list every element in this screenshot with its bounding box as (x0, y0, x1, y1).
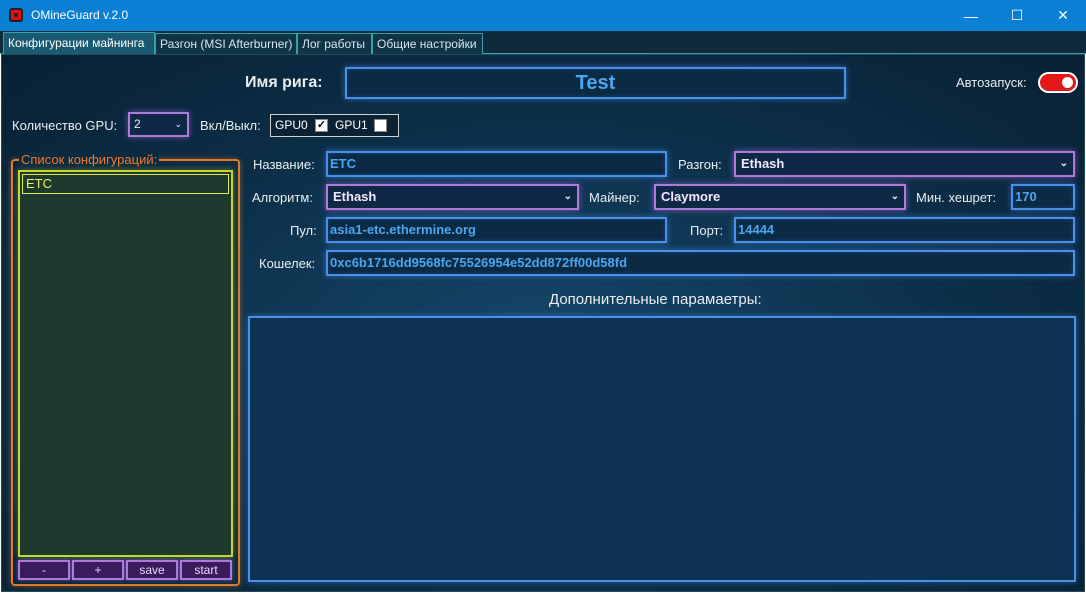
tab-log[interactable]: Лог работы (297, 33, 372, 54)
min-hashrate-label: Мин. хешрет: (916, 190, 997, 205)
chevron-down-icon: ⌄ (1059, 158, 1068, 169)
pool-input[interactable]: asia1-etc.ethermine.org (326, 217, 667, 243)
autostart-toggle[interactable] (1038, 72, 1078, 93)
start-button[interactable]: start (180, 560, 232, 580)
rig-name-input[interactable]: Test (345, 67, 846, 99)
rig-name-label: Имя рига: (245, 74, 323, 91)
close-button[interactable]: ✕ (1040, 0, 1086, 31)
miner-value: Claymore (661, 189, 721, 204)
port-label: Порт: (690, 223, 724, 238)
list-item[interactable]: ETC (22, 174, 229, 194)
gpu0-label: GPU0 (275, 118, 308, 132)
algorithm-value: Ethash (333, 189, 377, 204)
algorithm-label: Алгоритм: (252, 190, 313, 205)
overclock-label: Разгон: (678, 157, 722, 172)
overclock-select[interactable]: Ethash ⌄ (734, 151, 1075, 177)
app-icon (9, 8, 23, 22)
gpu-count-value: 2 (134, 117, 141, 131)
toggle-knob (1040, 74, 1076, 91)
gpu-onoff-label: Вкл/Выкл: (200, 118, 261, 133)
extra-params-textarea[interactable] (248, 316, 1076, 582)
autostart-label: Автозапуск: (956, 75, 1027, 90)
tab-bar: Конфигурации майнинга Разгон (MSI Afterb… (0, 31, 1086, 55)
miner-label: Майнер: (589, 190, 640, 205)
min-hashrate-input[interactable]: 170 (1011, 184, 1075, 210)
gpu1-checkbox[interactable] (374, 119, 387, 132)
wallet-label: Кошелек: (259, 256, 316, 271)
tab-overclock[interactable]: Разгон (MSI Afterburner) (155, 33, 297, 54)
maximize-button[interactable]: ☐ (994, 0, 1040, 31)
algorithm-select[interactable]: Ethash ⌄ (326, 184, 579, 210)
wallet-input[interactable]: 0xc6b1716dd9568fc75526954e52dd872ff00d58… (326, 250, 1075, 276)
save-button[interactable]: save (126, 560, 178, 580)
config-list-title: Список конфигураций: (19, 152, 160, 167)
pool-label: Пул: (290, 223, 317, 238)
tab-general-settings[interactable]: Общие настройки (372, 33, 483, 54)
gpu-count-label: Количество GPU: (12, 118, 118, 133)
window-title: OMineGuard v.2.0 (31, 8, 129, 22)
chevron-down-icon: ⌄ (563, 191, 572, 202)
miner-select[interactable]: Claymore ⌄ (654, 184, 906, 210)
name-label: Название: (253, 157, 315, 172)
add-config-button[interactable]: + (72, 560, 124, 580)
config-name-input[interactable]: ETC (326, 151, 667, 177)
gpu-toggle-group: GPU0 ✓ GPU1 (270, 114, 399, 137)
port-input[interactable]: 14444 (734, 217, 1075, 243)
gpu0-checkbox[interactable]: ✓ (315, 119, 328, 132)
minimize-button[interactable]: — (948, 0, 994, 31)
title-bar: OMineGuard v.2.0 — ☐ ✕ (0, 0, 1086, 31)
remove-config-button[interactable]: - (18, 560, 70, 580)
gpu-count-select[interactable]: 2 ⌄ (128, 112, 189, 137)
tab-mining-configs[interactable]: Конфигурации майнинга (3, 32, 155, 55)
chevron-down-icon: ⌄ (890, 191, 899, 202)
gpu1-label: GPU1 (335, 118, 368, 132)
config-list-group: Список конфигураций: ETC - + save start (11, 152, 240, 586)
extra-params-label: Дополнительные парамаетры: (549, 291, 762, 308)
main-panel: Имя рига: Test Автозапуск: Количество GP… (1, 54, 1085, 592)
config-listbox[interactable]: ETC (18, 170, 233, 557)
chevron-down-icon: ⌄ (174, 119, 182, 129)
overclock-value: Ethash (741, 156, 785, 171)
